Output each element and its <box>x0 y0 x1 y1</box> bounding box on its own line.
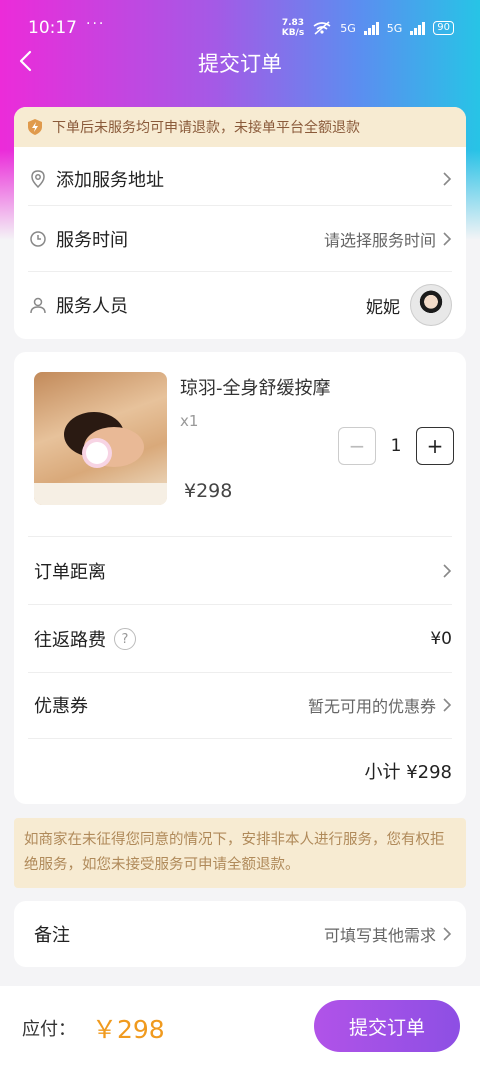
submit-order-button[interactable]: 提交订单 <box>314 1000 460 1052</box>
quantity-stepper: − 1 + <box>338 427 454 465</box>
signal-5g-label-2: 5G <box>386 21 403 35</box>
product-quantity-text: x1 <box>180 412 199 430</box>
chevron-right-icon <box>443 232 452 246</box>
quantity-value: 1 <box>390 436 402 456</box>
staff-name: 妮妮 <box>366 297 400 318</box>
product-thumbnail-image <box>34 372 167 505</box>
amount-due-label: 应付： <box>22 1019 76 1040</box>
chevron-right-icon <box>443 927 452 941</box>
battery-icon: 90 <box>433 21 454 35</box>
order-detail-card: 琼羽-全身舒缓按摩 x1 ¥298 − 1 + 订单距离 往返路费 ? ¥0 优… <box>14 352 466 804</box>
product-name: 琼羽-全身舒缓按摩 <box>180 378 331 399</box>
amount-due-value: ￥298 <box>92 1015 165 1044</box>
wifi-off-icon <box>313 21 331 35</box>
signal-bars-icon-2 <box>410 21 426 35</box>
network-speed: 7.83 KB/s <box>282 18 304 38</box>
remarks-card: 备注 可填写其他需求 <box>14 901 466 967</box>
network-speed-unit: KB/s <box>281 28 305 38</box>
chevron-right-icon <box>443 698 452 712</box>
staff-avatar <box>410 284 452 326</box>
navigation-bar: 提交订单 <box>0 40 480 84</box>
signal-5g-label-1: 5G <box>340 21 356 35</box>
status-indicators: 7.83 KB/s 5G 5G 90 <box>282 18 454 38</box>
increase-quantity-button[interactable]: + <box>416 427 454 465</box>
divider <box>28 205 452 206</box>
add-address-row[interactable]: 添加服务地址 <box>14 147 466 211</box>
divider <box>28 536 452 537</box>
add-address-label: 添加服务地址 <box>56 170 164 191</box>
page-title: 提交订单 <box>198 52 282 76</box>
remarks-placeholder: 可填写其他需求 <box>323 926 436 945</box>
location-pin-icon <box>31 170 45 189</box>
chevron-right-icon <box>443 564 452 578</box>
service-staff-row[interactable]: 服务人员 妮妮 <box>14 273 466 337</box>
travel-fee-row: 往返路费 ? ¥0 <box>14 606 466 672</box>
chevron-right-icon <box>443 172 452 186</box>
order-distance-row[interactable]: 订单距离 <box>14 538 466 604</box>
person-icon <box>30 297 46 314</box>
divider <box>28 604 452 605</box>
product-price: ¥298 <box>184 480 233 502</box>
service-time-label: 服务时间 <box>56 230 128 251</box>
divider <box>28 271 452 272</box>
travel-fee-value: ¥0 <box>430 629 452 649</box>
coupon-label: 优惠券 <box>34 696 88 717</box>
remarks-row[interactable]: 备注 可填写其他需求 <box>14 901 466 967</box>
service-time-placeholder: 请选择服务时间 <box>323 231 436 250</box>
decrease-quantity-button[interactable]: − <box>338 427 376 465</box>
refund-notice-text: 下单后未服务均可申请退款，未接单平台全额退款 <box>52 120 360 136</box>
clock-icon <box>30 231 46 247</box>
shield-lightning-icon <box>28 119 42 135</box>
service-policy-notice: 如商家在未征得您同意的情况下，安排非本人进行服务，您有权拒绝服务，如您未接受服务… <box>14 818 466 888</box>
status-time: 10:17 <box>28 18 77 38</box>
subtotal-text: 小计 ¥298 <box>364 762 452 783</box>
service-info-card: 下单后未服务均可申请退款，未接单平台全额退款 添加服务地址 服务时间 请选择服务… <box>14 107 466 339</box>
refund-notice: 下单后未服务均可申请退款，未接单平台全额退款 <box>14 107 466 147</box>
coupon-row[interactable]: 优惠券 暂无可用的优惠券 <box>14 672 466 738</box>
order-distance-label: 订单距离 <box>34 562 106 583</box>
bottom-payment-bar: 应付： ￥298 提交订单 <box>0 986 480 1066</box>
subtotal-row: 小计 ¥298 <box>14 740 466 802</box>
help-question-icon[interactable]: ? <box>114 628 136 650</box>
network-speed-value: 7.83 <box>281 18 305 28</box>
status-notification-dots: ··· <box>86 16 106 32</box>
service-time-row[interactable]: 服务时间 请选择服务时间 <box>14 207 466 271</box>
travel-fee-label: 往返路费 <box>34 630 106 651</box>
remarks-label: 备注 <box>34 925 70 946</box>
signal-bars-icon-1 <box>363 21 379 35</box>
coupon-value: 暂无可用的优惠券 <box>307 697 436 716</box>
service-staff-label: 服务人员 <box>56 296 128 317</box>
divider <box>28 738 452 739</box>
